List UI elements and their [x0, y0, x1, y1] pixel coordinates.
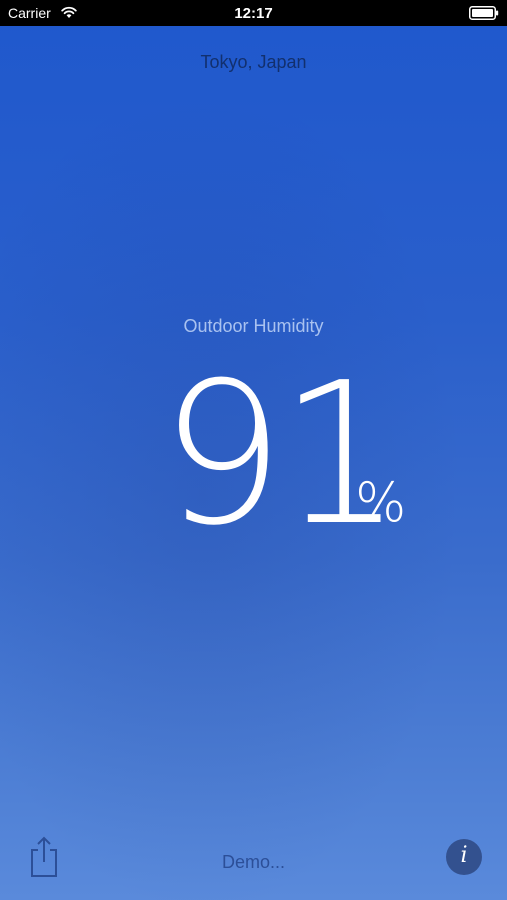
- info-icon: i: [460, 843, 468, 868]
- metric-label: Outdoor Humidity: [183, 316, 324, 336]
- location-title: Tokyo, Japan: [200, 52, 307, 72]
- info-button[interactable]: i: [446, 839, 482, 875]
- humidity-unit: %: [355, 471, 407, 534]
- battery-icon: [469, 6, 499, 20]
- status-text: Demo...: [221, 852, 286, 872]
- humidity-screen: Carrier 12:17 Tokyo, Japan Outdoor Humid…: [0, 0, 507, 900]
- status-bar: Carrier 12:17: [0, 0, 507, 26]
- status-time: 12:17: [234, 5, 273, 22]
